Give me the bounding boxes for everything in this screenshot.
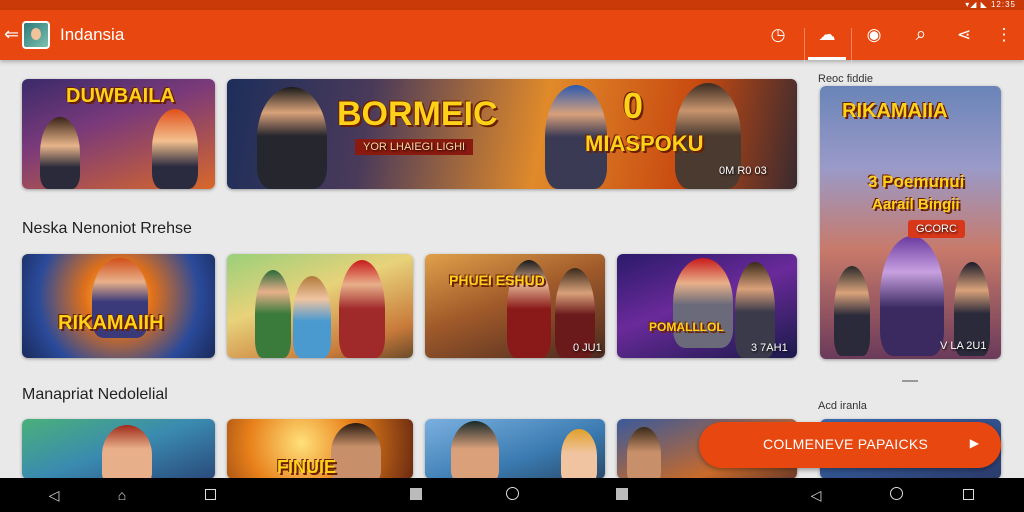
side-label: Acd iranla	[818, 400, 867, 412]
nav-recents-icon[interactable]	[960, 487, 976, 503]
nav-home-circle-icon[interactable]	[888, 487, 904, 503]
search-icon[interactable]: ⌕	[907, 22, 935, 48]
banner-card[interactable]: DUWBAILA	[22, 79, 215, 189]
content-area: DUWBAILA BORMEIC YOR LHAIEGI LIGHI 0 MIA…	[0, 60, 1024, 478]
status-bar: ▾◢ ◣ 12:35	[0, 0, 1024, 10]
character-figure	[102, 425, 152, 478]
banner-caption: DUWBAILA	[66, 85, 175, 107]
character-figure	[561, 429, 597, 478]
nav-square-icon[interactable]	[614, 487, 630, 503]
arrow-left-icon[interactable]: ⇐	[4, 24, 19, 44]
promo-caption: RIKAMAIIA	[842, 100, 948, 122]
game-card[interactable]: FINUIE	[227, 419, 413, 478]
character-figure	[673, 258, 733, 348]
timer-icon[interactable]: ◷	[764, 22, 792, 48]
character-figure	[293, 276, 331, 358]
game-tag: 0 JU1	[573, 342, 602, 354]
character-figure	[627, 427, 661, 478]
promo-tag: V LA 2U1	[940, 340, 987, 352]
game-card[interactable]	[22, 419, 215, 478]
nav-back-icon[interactable]: ◁	[46, 487, 62, 503]
character-figure	[40, 117, 80, 189]
section-title: Neska Nenoniot Rrehse	[22, 220, 192, 237]
promo-card[interactable]: RIKAMAIIA 3 Poemunui Aarail Bingii GCORC…	[820, 86, 1001, 359]
cta-label: COLMENEVE PAPAICKS	[763, 436, 929, 452]
game-caption: POMALLLOL	[649, 320, 724, 334]
drag-handle[interactable]	[902, 380, 918, 382]
game-caption: RIKAMAIIH	[58, 312, 164, 334]
character-figure	[834, 266, 870, 356]
character-figure	[339, 260, 385, 358]
game-tag: 3 7AH1	[751, 342, 788, 354]
banner-caption: BORMEIC	[337, 95, 498, 133]
game-caption: FINUIE	[277, 457, 337, 477]
game-card[interactable]: PHUEI ESHUD 0 JU1	[425, 254, 605, 358]
promo-line1: 3 Poemunui	[868, 172, 965, 191]
coin-icon[interactable]: ◉	[860, 22, 888, 48]
promo-button[interactable]: GCORC	[908, 220, 965, 238]
featured-banner[interactable]: BORMEIC YOR LHAIEGI LIGHI 0 MIASPOKU 0M …	[227, 79, 797, 189]
divider	[851, 28, 852, 62]
app-logo[interactable]	[22, 21, 50, 49]
nav-home-icon[interactable]: ⌂	[114, 487, 130, 503]
game-card[interactable]: POMALLLOL 3 7AH1	[617, 254, 797, 358]
app-bar: ⇐ Indansia ◷ ☁ ◉ ⌕ ⋖ ⋮	[0, 10, 1024, 62]
system-nav-bar: ◁ ⌂ ◁	[0, 478, 1024, 512]
share-icon[interactable]: ⋖	[950, 22, 978, 48]
nav-recents-icon[interactable]	[202, 487, 218, 503]
nav-back-icon[interactable]: ◁	[808, 487, 824, 503]
character-figure	[255, 270, 291, 358]
banner-badge: MIASPOKU	[585, 131, 704, 156]
character-figure	[331, 423, 381, 478]
section-title: Manapriat Nedolelial	[22, 386, 168, 403]
character-figure	[152, 109, 198, 189]
cloud-icon[interactable]: ☁	[813, 22, 841, 48]
divider	[804, 28, 805, 62]
banner-tag: 0M R0 03	[719, 165, 767, 177]
cta-button[interactable]: COLMENEVE PAPAICKS ▶	[699, 422, 1001, 468]
app-title: Indansia	[60, 25, 125, 44]
nav-square-icon[interactable]	[408, 487, 424, 503]
game-card[interactable]	[425, 419, 605, 478]
game-card[interactable]	[227, 254, 413, 358]
side-label: Reoc fiddie	[818, 73, 874, 85]
banner-subtitle: YOR LHAIEGI LIGHI	[355, 139, 474, 155]
character-figure	[257, 87, 327, 189]
play-arrow-icon: ▶	[969, 436, 979, 450]
promo-line2: Aarail Bingii	[872, 196, 960, 213]
game-card[interactable]: RIKAMAIIH	[22, 254, 215, 358]
more-vert-icon[interactable]: ⋮	[990, 22, 1018, 48]
nav-home-circle-icon[interactable]	[504, 487, 520, 503]
character-figure	[880, 236, 944, 356]
character-figure	[451, 421, 499, 478]
status-indicators: ▾◢ ◣ 12:35	[965, 0, 1016, 9]
game-caption: PHUEI ESHUD	[449, 272, 545, 288]
banner-corner-number: 0	[623, 85, 644, 126]
